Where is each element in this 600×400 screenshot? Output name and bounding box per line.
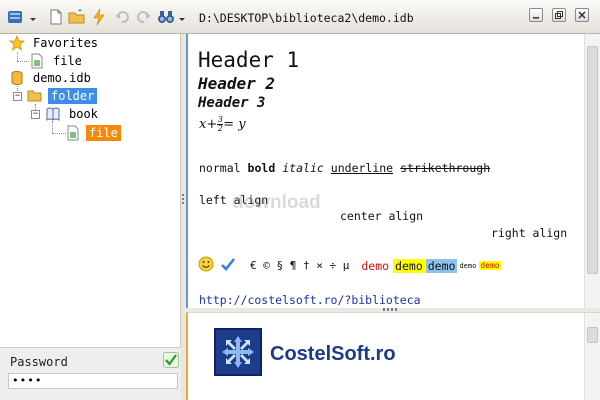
binoculars-icon[interactable] <box>157 8 175 26</box>
tree-line <box>52 121 53 133</box>
file-icon <box>65 125 81 141</box>
horizontal-splitter-grip[interactable] <box>383 308 397 311</box>
tree-line <box>17 61 29 62</box>
star-icon <box>9 34 25 51</box>
restore-button[interactable] <box>552 8 566 22</box>
preview-pane: CostelSoft.ro <box>186 312 600 400</box>
strikethrough-text: strikethrough <box>400 161 491 175</box>
collapse-toggle[interactable]: − <box>13 92 22 101</box>
tree-line <box>52 133 66 134</box>
book-icon <box>45 106 61 122</box>
minimize-button[interactable] <box>529 8 543 22</box>
document-view[interactable]: Header 1 Header 2 Header 3 x+ 3 2 = y norma… <box>186 34 600 308</box>
tree-item-database[interactable]: demo.idb <box>9 69 94 86</box>
tree-item-file[interactable]: file <box>65 124 121 141</box>
toolbar: D:\DESKTOP\biblioteca2\demo.idb <box>0 0 600 34</box>
undo-icon[interactable] <box>113 8 131 26</box>
database-icon <box>9 70 25 86</box>
header-1: Header 1 <box>198 48 300 72</box>
preview-scrollbar[interactable] <box>584 313 600 400</box>
tree-item-label: Favorites <box>33 35 99 50</box>
new-document-icon[interactable] <box>47 8 65 26</box>
bold-text: bold <box>247 161 276 175</box>
header-2: Header 2 <box>198 74 276 93</box>
demo-small-highlight: demo <box>479 261 501 270</box>
scrollbar-thumb[interactable] <box>587 46 598 274</box>
smiley-icon <box>198 256 214 275</box>
italic-text: italic <box>282 161 324 175</box>
database-icon[interactable] <box>6 8 24 26</box>
watermark: download <box>232 192 321 213</box>
dropdown-arrow-icon[interactable] <box>177 8 187 26</box>
tree-pane: Favorites file demo.idb − folder − book … <box>0 34 181 347</box>
right-aligned-text: right align <box>491 226 568 240</box>
file-path: D:\DESKTOP\biblioteca2\demo.idb <box>199 11 414 25</box>
vertical-splitter[interactable] <box>181 34 185 400</box>
normal-text: normal <box>199 161 241 175</box>
redo-icon[interactable] <box>135 8 153 26</box>
demo-blue: demo <box>425 258 458 273</box>
tree-item-favorites[interactable]: Favorites <box>9 34 101 51</box>
demo-red: demo <box>361 258 390 273</box>
tree-item-folder[interactable]: folder <box>27 87 98 104</box>
confirm-check-icon[interactable] <box>163 352 179 368</box>
tree-item-label: folder <box>48 87 98 104</box>
demo-small: demo <box>459 261 477 270</box>
tree-item-label: book <box>69 106 98 121</box>
document-scrollbar[interactable] <box>584 34 600 308</box>
website-link[interactable]: http://costelsoft.ro/?biblioteca <box>199 293 421 307</box>
tree-item-favorite-file[interactable]: file <box>29 52 85 69</box>
tree-line <box>17 52 18 61</box>
center-aligned-text: center align <box>340 209 424 223</box>
folder-open-icon <box>27 88 43 104</box>
header-3: Header 3 <box>198 95 266 111</box>
logo-text: CostelSoft.ro <box>270 343 396 365</box>
collapse-toggle[interactable]: − <box>31 110 40 119</box>
math-formula: x+ 3 2 = y <box>199 116 246 133</box>
dropdown-arrow-icon[interactable] <box>28 8 38 26</box>
symbols-line: € © § ¶ † × ÷ µ demo demo demo demo demo <box>198 256 501 275</box>
password-panel: Password •••• <box>0 347 181 400</box>
formatting-line: normal bold italic underline strikethrough <box>199 161 497 175</box>
costelsoft-logo-icon <box>214 328 262 376</box>
tree-item-book[interactable]: book <box>45 105 101 122</box>
special-symbols: € © § ¶ † × ÷ µ <box>250 259 350 272</box>
formula-lhs: x+ <box>199 117 218 132</box>
splitter-grip[interactable] <box>182 194 184 206</box>
close-button[interactable] <box>575 8 589 22</box>
scrollbar-thumb[interactable] <box>587 327 598 343</box>
check-icon <box>220 256 236 275</box>
tree-item-label: demo.idb <box>33 70 91 85</box>
formula-rhs: = y <box>223 117 246 132</box>
tree-item-label: file <box>86 124 121 141</box>
underline-text: underline <box>330 161 394 175</box>
password-field[interactable]: •••• <box>8 373 178 389</box>
lightning-icon[interactable] <box>90 8 108 26</box>
password-label: Password <box>10 355 68 369</box>
file-icon <box>29 53 45 69</box>
tree-item-label: file <box>53 53 82 68</box>
demo-yellow: demo <box>393 258 425 273</box>
open-folder-icon[interactable] <box>68 8 86 26</box>
